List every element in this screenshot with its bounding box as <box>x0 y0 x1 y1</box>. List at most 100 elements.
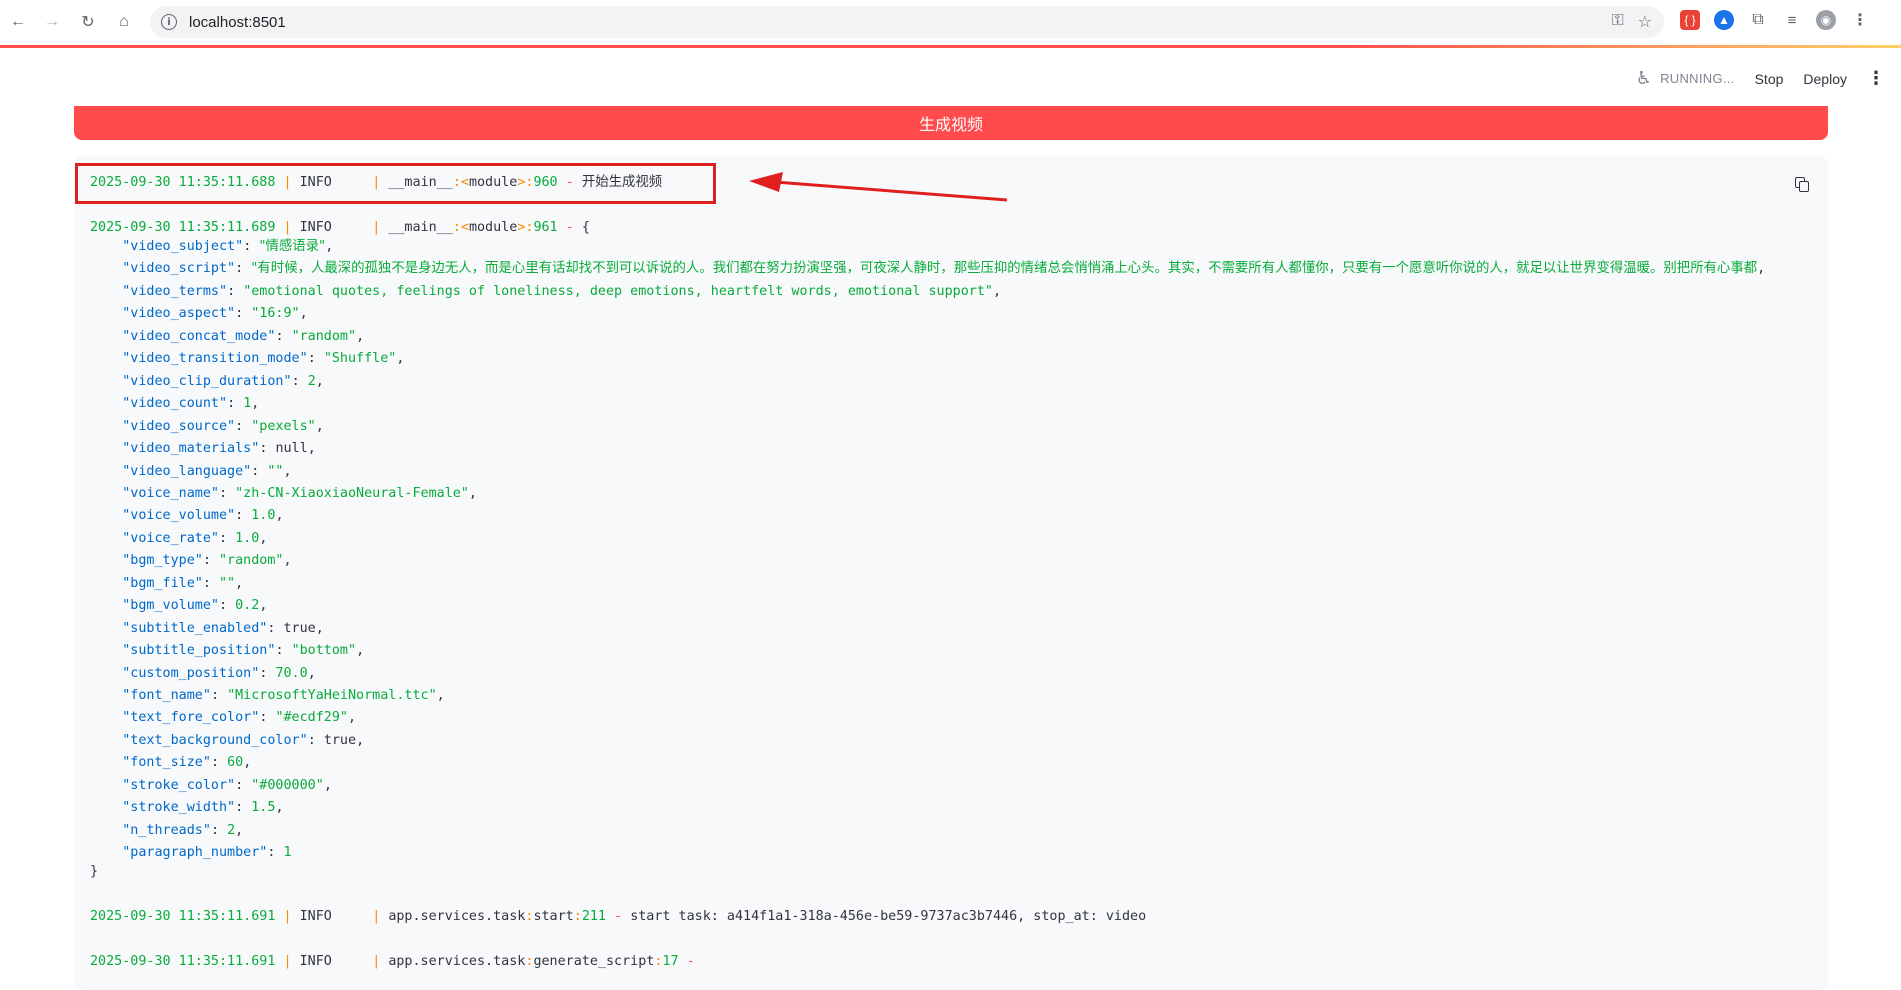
param-key: "subtitle_position" <box>122 643 276 659</box>
main-menu-icon[interactable]: ⋮ <box>1867 68 1885 89</box>
generate-video-button[interactable]: 生成视频 <box>74 106 1828 140</box>
param-value: true <box>283 620 316 636</box>
param-key: "paragraph_number" <box>122 845 268 861</box>
param-line: "n_threads": 2, <box>122 822 244 838</box>
param-value: "bottom" <box>291 643 357 659</box>
param-line: "font_size": 60, <box>122 755 252 771</box>
param-value: "" <box>219 575 236 591</box>
copy-icon[interactable] <box>1792 174 1812 194</box>
param-key: "video_concat_mode" <box>122 328 276 344</box>
back-icon[interactable]: ← <box>4 8 32 36</box>
password-key-icon[interactable]: ⚿ <box>1611 12 1623 32</box>
param-line: "video_script": "有时候，人最深的孤独不是身边无人，而是心里有话… <box>122 261 1766 277</box>
param-line: "video_clip_duration": 2, <box>122 373 324 389</box>
param-value: "random" <box>291 328 357 344</box>
param-line: "video_concat_mode": "random", <box>122 328 365 344</box>
param-key: "font_name" <box>122 688 211 703</box>
param-key: "voice_rate" <box>122 530 219 546</box>
param-key: "video_transition_mode" <box>122 351 308 367</box>
param-line: "font_name": "MicrosoftYaHeiNormal.ttc", <box>122 688 445 703</box>
log-func: start <box>533 909 574 924</box>
param-value: 1.0 <box>235 530 260 546</box>
param-key: "stroke_color" <box>122 777 236 793</box>
browser-toolbar: ← → ↻ ⌂ i localhost:8501 ⚿ ☆ { } ▲ ⧉ ≡ ◉… <box>0 0 1901 45</box>
param-key: "text_background_color" <box>122 732 308 748</box>
param-value: 1 <box>243 396 252 412</box>
param-line: "video_language": "", <box>122 463 292 479</box>
media-control-icon[interactable]: ≡ <box>1782 10 1802 30</box>
param-key: "subtitle_enabled" <box>122 620 268 636</box>
log-level: INFO <box>299 954 365 969</box>
address-bar[interactable]: i localhost:8501 ⚿ ☆ <box>150 6 1664 38</box>
log-line: 2025-09-30 11:35:11.691 | INFO | app.ser… <box>90 954 695 969</box>
reload-icon[interactable]: ↻ <box>74 8 102 36</box>
param-key: "video_count" <box>122 396 228 412</box>
param-value: null <box>275 441 308 457</box>
param-value: 70.0 <box>275 665 308 681</box>
param-value: true <box>323 732 357 748</box>
log-timestamp: 2025-09-30 11:35:11.691 <box>90 909 276 924</box>
param-value: 1.5 <box>251 800 276 816</box>
log-message: { <box>581 220 590 235</box>
log-lineno: 211 <box>581 909 606 924</box>
extensions-puzzle-icon[interactable]: ⧉ <box>1748 10 1768 30</box>
param-line: "video_source": "pexels", <box>122 418 324 434</box>
param-line: "text_fore_color": "#ecdf29", <box>122 710 357 726</box>
running-status: ♿ RUNNING... <box>1636 68 1735 89</box>
param-value: "MicrosoftYaHeiNormal.ttc" <box>227 688 437 703</box>
profile-avatar[interactable]: ◉ <box>1816 10 1836 30</box>
forward-icon[interactable]: → <box>38 8 66 36</box>
extension-red-icon[interactable]: { } <box>1680 10 1700 30</box>
param-key: "video_script" <box>122 261 236 277</box>
param-key: "voice_name" <box>122 485 219 501</box>
log-level: INFO <box>299 220 365 235</box>
param-value: 1.0 <box>251 508 276 524</box>
log-module: module <box>468 220 518 235</box>
home-icon[interactable]: ⌂ <box>110 8 138 36</box>
log-level: INFO <box>299 909 365 924</box>
param-key: "text_fore_color" <box>122 710 260 726</box>
bookmark-star-icon[interactable]: ☆ <box>1638 12 1652 32</box>
param-key: "video_language" <box>122 463 252 479</box>
running-status-text: RUNNING... <box>1660 71 1735 86</box>
annotation-arrow <box>749 172 1008 202</box>
param-line: "stroke_color": "#000000", <box>122 777 332 793</box>
param-line: "stroke_width": 1.5, <box>122 800 284 816</box>
param-key: "video_aspect" <box>122 306 236 322</box>
log-line: 2025-09-30 11:35:11.691 | INFO | app.ser… <box>90 909 1147 924</box>
extension-blue-icon[interactable]: ▲ <box>1714 10 1734 30</box>
param-line: "subtitle_enabled": true, <box>122 620 324 636</box>
stop-button[interactable]: Stop <box>1755 71 1784 87</box>
param-value: "pexels" <box>251 418 316 434</box>
param-line: "voice_volume": 1.0, <box>122 508 284 524</box>
param-key: "video_materials" <box>122 441 260 457</box>
log-message: start task: a414f1a1-318a-456e-be59-9737… <box>630 909 1147 924</box>
log-source: app.services.task <box>388 954 526 969</box>
annotation-highlight-box <box>75 163 716 204</box>
browser-menu-icon[interactable]: ⋮ <box>1850 10 1870 30</box>
param-key: "voice_volume" <box>122 508 236 524</box>
param-value: "random" <box>219 553 284 569</box>
param-key: "bgm_file" <box>122 575 203 591</box>
param-line: "bgm_file": "", <box>122 575 244 591</box>
param-value: "" <box>267 463 284 479</box>
param-value: "有时候，人最深的孤独不是身边无人，而是心里有话却找不到可以诉说的人。我们都在努… <box>251 261 1758 277</box>
param-line: "text_background_color": true, <box>122 732 365 748</box>
param-line: "video_terms": "emotional quotes, feelin… <box>122 283 1002 299</box>
param-line: "video_transition_mode": "Shuffle", <box>122 351 405 367</box>
param-line: "subtitle_position": "bottom", <box>122 643 365 659</box>
streamlit-status-bar <box>0 45 1901 48</box>
app-header: ♿ RUNNING... Stop Deploy ⋮ <box>1636 68 1885 89</box>
param-value: 0.2 <box>235 598 260 614</box>
deploy-button[interactable]: Deploy <box>1803 71 1847 87</box>
param-value: "16:9" <box>251 306 300 322</box>
log-source: __main__ <box>388 220 453 235</box>
url-text[interactable]: localhost:8501 <box>189 14 286 31</box>
param-line: "custom_position": 70.0, <box>122 665 316 681</box>
close-brace: } <box>90 864 99 879</box>
param-key: "font_size" <box>122 755 211 771</box>
site-info-icon[interactable]: i <box>161 14 177 30</box>
param-line: "video_count": 1, <box>122 396 260 412</box>
param-line: "bgm_type": "random", <box>122 553 292 569</box>
param-value: "#ecdf29" <box>275 710 348 726</box>
